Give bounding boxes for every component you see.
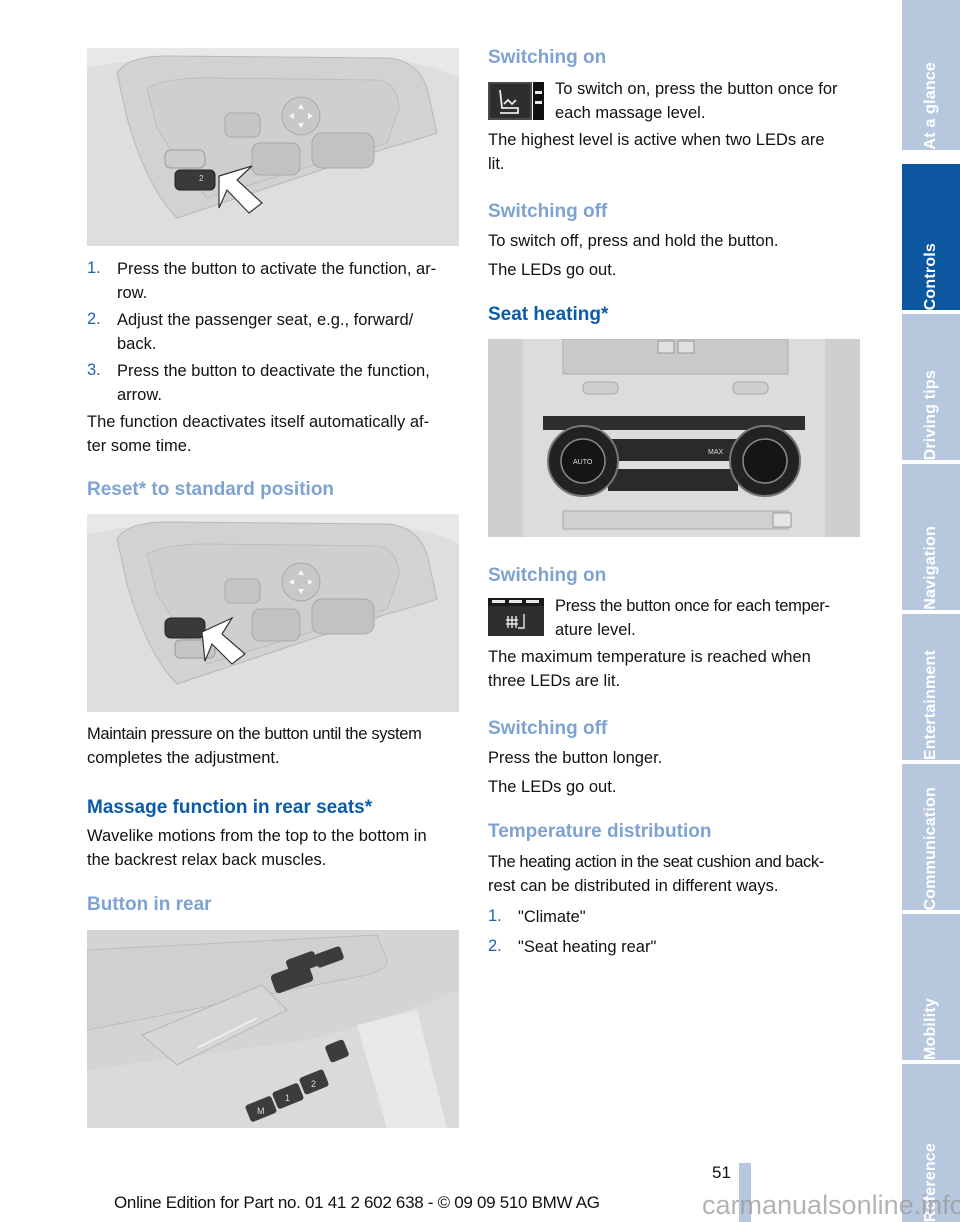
reset-text: Maintain pressure on the button until th… — [87, 725, 422, 743]
memory-button-m: M — [257, 1106, 265, 1116]
step-number: 1. — [87, 259, 101, 277]
distribution-heading: Temperature distribution — [488, 821, 712, 842]
step-number: 2. — [488, 937, 502, 955]
heat-switching-off-heading: Switching off — [488, 718, 608, 739]
massage-level-text: The highest level is active when two LED… — [488, 131, 825, 149]
massage-on-text: To switch on, press the button once for — [555, 80, 838, 98]
massage-on-text: each massage level. — [555, 104, 706, 122]
step-number: 1. — [488, 907, 502, 925]
massage-leds-out-text: The LEDs go out. — [488, 261, 617, 279]
distribution-text: rest can be distributed in different way… — [488, 877, 779, 895]
tab-driving-tips[interactable]: Driving tips — [902, 314, 960, 460]
heat-off-text: Press the button longer. — [488, 749, 663, 767]
massage-heading: Massage function in rear seats* — [87, 797, 373, 818]
figure-climate-panel: AUTO MAX — [488, 339, 860, 537]
tab-label: Driving tips — [922, 369, 939, 460]
memory-button-1: 1 — [285, 1093, 290, 1103]
tab-label: Controls — [922, 242, 939, 310]
heat-leds-out-text: The LEDs go out. — [488, 778, 617, 796]
massage-level-text: lit. — [488, 155, 505, 173]
step-text: Press the button to deactivate the funct… — [117, 362, 430, 380]
page-number: 51 — [712, 1163, 731, 1182]
figure-seat-button-reset — [87, 514, 459, 712]
figure-rear-door-buttons: M 1 2 — [87, 930, 459, 1128]
auto-off-text: ter some time. — [87, 437, 192, 455]
heat-max-text: three LEDs are lit. — [488, 672, 621, 690]
menu-path-seat-heating-rear: "Seat heating rear" — [518, 938, 657, 956]
massage-off-text: To switch off, press and hold the button… — [488, 232, 779, 250]
step-number: 3. — [87, 361, 101, 379]
heat-on-text: ature level. — [555, 621, 636, 639]
tab-label: Navigation — [922, 526, 939, 610]
distribution-text: The heating action in the seat cushion a… — [488, 853, 824, 871]
reset-text: completes the adjustment. — [87, 749, 280, 767]
massage-button-icon — [488, 82, 544, 120]
auto-label: AUTO — [573, 459, 593, 466]
step-text: Adjust the passenger seat, e.g., forward… — [117, 311, 414, 329]
step-text: row. — [117, 284, 148, 302]
massage-switching-off-heading: Switching off — [488, 201, 608, 222]
step-text: back. — [117, 335, 157, 353]
tab-communication[interactable]: Communication — [902, 764, 960, 910]
max-label: MAX — [708, 449, 724, 456]
step-number: 2. — [87, 310, 101, 328]
tab-entertainment[interactable]: Entertainment — [902, 614, 960, 760]
heat-on-text: Press the button once for each temper- — [555, 597, 830, 615]
massage-text: the backrest relax back muscles. — [87, 851, 327, 869]
tab-at-a-glance[interactable]: At a glance — [902, 0, 960, 150]
seat-heating-button-icon — [488, 598, 544, 636]
reset-heading: Reset* to standard position — [87, 479, 335, 500]
tab-label: Communication — [922, 786, 939, 911]
menu-path-climate: "Climate" — [518, 908, 586, 926]
auto-off-text: The function deactivates itself automati… — [87, 413, 430, 431]
tab-label: Entertainment — [922, 649, 939, 760]
watermark: carmanualsonline.info — [702, 1190, 960, 1220]
tab-mobility[interactable]: Mobility — [902, 914, 960, 1060]
button-rear-heading: Button in rear — [87, 894, 212, 915]
massage-text: Wavelike motions from the top to the bot… — [87, 827, 427, 845]
chapter-sidebar: At a glance Controls Driving tips Naviga… — [902, 0, 960, 1222]
memory-button-2: 2 — [311, 1079, 316, 1089]
edition-footer: Online Edition for Part no. 01 41 2 602 … — [114, 1193, 600, 1212]
heat-switching-on-heading: Switching on — [488, 565, 607, 586]
step-text: Press the button to activate the functio… — [117, 260, 437, 278]
heat-max-text: The maximum temperature is reached when — [488, 648, 811, 666]
seat-badge: 2 — [199, 174, 204, 183]
tab-navigation[interactable]: Navigation — [902, 464, 960, 610]
tab-controls[interactable]: Controls — [902, 164, 960, 310]
massage-switching-on-heading: Switching on — [488, 47, 607, 68]
tab-label: Mobility — [922, 997, 939, 1060]
figure-seat-button-activate: 2 — [87, 48, 459, 246]
tab-label: At a glance — [922, 62, 939, 150]
seat-heating-heading: Seat heating* — [488, 304, 609, 325]
step-text: arrow. — [117, 386, 162, 404]
